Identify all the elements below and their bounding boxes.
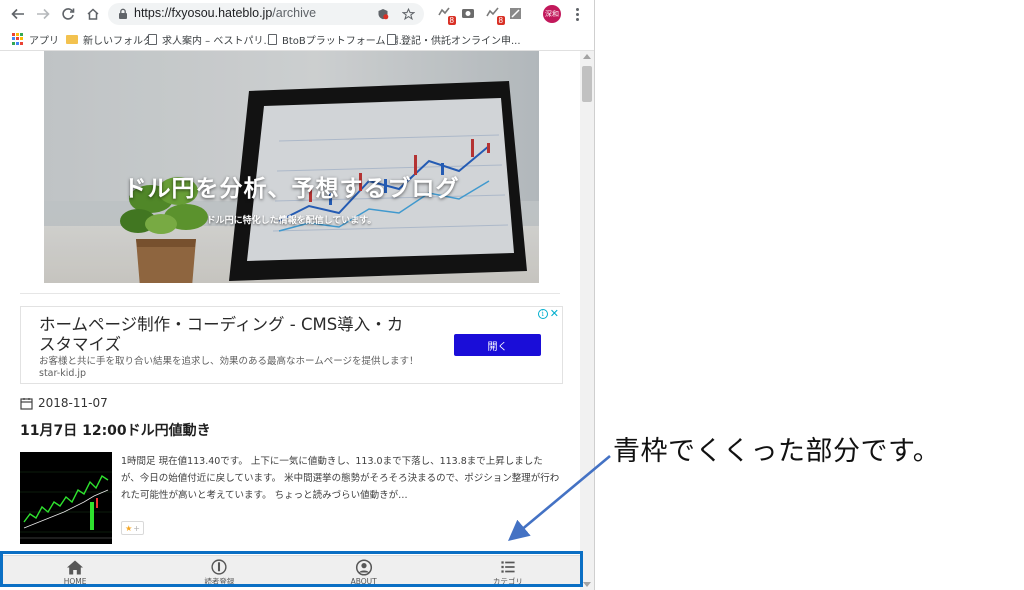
nav-item-category[interactable]: カテゴリ [436, 556, 580, 587]
shield-block-icon[interactable] [376, 7, 390, 21]
category-list-icon [501, 561, 515, 573]
extension-badge: 8 [447, 16, 456, 25]
nav-label: ABOUT [350, 577, 377, 586]
page-icon [148, 33, 157, 45]
scroll-down-arrow-icon[interactable] [583, 582, 591, 587]
annotation-text: 青枠でくくった部分です。 [613, 436, 941, 467]
scrollbar-thumb[interactable] [582, 66, 592, 102]
reload-button[interactable] [58, 4, 78, 24]
scroll-up-arrow-icon[interactable] [583, 54, 591, 59]
close-icon[interactable]: ✕ [550, 308, 559, 319]
bookmarks-bar: アプリ 新しいフォルダ 求人案内 – ベストパリ... BtoBプラットフォーム… [0, 28, 594, 51]
nav-label: 読者登録 [204, 577, 235, 586]
blog-description: ドル円に特化した情報を配信しています。 [206, 216, 377, 226]
ad-choices[interactable]: i ✕ [537, 308, 559, 319]
extension-camera-icon [462, 9, 474, 18]
bottom-navigation-bar: HOME 読者登録 ABOUT カテゴリ [3, 555, 580, 587]
page-viewport: ドル円を分析、予想するブログ ドル円に特化した情報を配信しています。 i ✕ ホ… [0, 51, 580, 590]
extension-button-3[interactable]: 8 [485, 5, 505, 25]
bookmark-label: 求人案内 – ベストパリ... [162, 35, 274, 47]
apps-grid-icon [12, 33, 24, 45]
nav-label: HOME [63, 577, 87, 586]
calendar-icon [20, 397, 33, 410]
bookmark-item-registry[interactable]: 登記・供託オンライン申... [387, 31, 521, 47]
bookmark-label: アプリ [29, 35, 59, 47]
annotation-arrow [508, 455, 611, 541]
address-bar[interactable]: https://fxyosou.hateblo.jp/archive [108, 3, 424, 25]
post-date-text: 2018-11-07 [38, 396, 108, 410]
home-icon [67, 560, 84, 575]
nav-item-subscribe[interactable]: 読者登録 [147, 556, 291, 587]
extension-button-4[interactable] [508, 5, 526, 23]
post-title[interactable]: 11月7日 12:00ドル円値動き [20, 420, 211, 440]
bookmark-item-jobs[interactable]: 求人案内 – ベストパリ... [148, 31, 273, 47]
lock-icon [119, 8, 127, 19]
nav-item-about[interactable]: ABOUT [292, 556, 436, 587]
header-divider [20, 293, 560, 294]
extension-button-1[interactable]: 8 [436, 5, 456, 25]
bookmark-folder[interactable]: 新しいフォルダ [66, 31, 153, 47]
extension-button-2[interactable] [460, 5, 478, 23]
nav-item-home[interactable]: HOME [3, 556, 147, 587]
nav-label: カテゴリ [492, 577, 523, 586]
subscribe-icon [211, 559, 227, 575]
extension-badge: 8 [496, 16, 505, 25]
ad-banner[interactable]: i ✕ ホームページ制作・コーディング - CMS導入・カスタマイズ お客様と共… [20, 306, 563, 384]
page-icon [387, 33, 396, 45]
back-button[interactable] [8, 4, 28, 24]
browser-toolbar: https://fxyosou.hateblo.jp/archive 8 8 深… [0, 0, 594, 28]
star-icon: ★ [125, 523, 133, 533]
info-icon[interactable]: i [537, 309, 548, 319]
home-button[interactable] [83, 4, 103, 24]
page-icon [268, 33, 277, 45]
blog-header-image[interactable]: ドル円を分析、予想するブログ ドル円に特化した情報を配信しています。 [44, 51, 539, 283]
bookmark-label: 新しいフォルダ [83, 35, 153, 47]
extension-puzzle-icon [510, 8, 521, 19]
ad-open-button[interactable]: 開く [454, 334, 541, 356]
home-outline-icon [87, 8, 99, 20]
url-host: https://fxyosou.hateblo.jp [134, 6, 273, 20]
folder-icon [66, 34, 78, 44]
bookmark-star-icon[interactable] [401, 7, 415, 21]
reload-icon [62, 8, 75, 20]
url-path: /archive [272, 6, 317, 20]
profile-initials: 深和 [545, 10, 559, 18]
hero-overlay [44, 51, 539, 283]
url-text: https://fxyosou.hateblo.jp/archive [134, 6, 316, 20]
back-arrow-icon [11, 8, 24, 20]
bookmark-apps[interactable]: アプリ [12, 31, 59, 47]
forward-arrow-icon [37, 8, 50, 20]
profile-avatar[interactable]: 深和 [543, 5, 561, 23]
forward-button[interactable] [33, 4, 53, 24]
ad-description: お客様と共に手を取り合い結果を追求し、効果のある最高なホームページを提供します！… [39, 356, 419, 379]
post-date: 2018-11-07 [20, 396, 108, 410]
screenshot-root: https://fxyosou.hateblo.jp/archive 8 8 深… [0, 0, 1024, 590]
blog-title[interactable]: ドル円を分析、予想するブログ [44, 169, 539, 203]
add-star-button[interactable]: ★ + [121, 521, 144, 535]
bookmark-label: 登記・供託オンライン申... [401, 35, 521, 47]
browser-menu-button[interactable] [572, 5, 582, 23]
post-thumbnail[interactable] [20, 452, 112, 544]
post-excerpt: 1時間足 現在値113.40です。 上下に一気に値動きし、113.0まで下落し、… [121, 456, 560, 501]
ad-title[interactable]: ホームページ制作・コーディング - CMS導入・カスタマイズ [39, 315, 419, 355]
plus-icon: + [133, 523, 140, 533]
about-user-icon [355, 559, 372, 576]
